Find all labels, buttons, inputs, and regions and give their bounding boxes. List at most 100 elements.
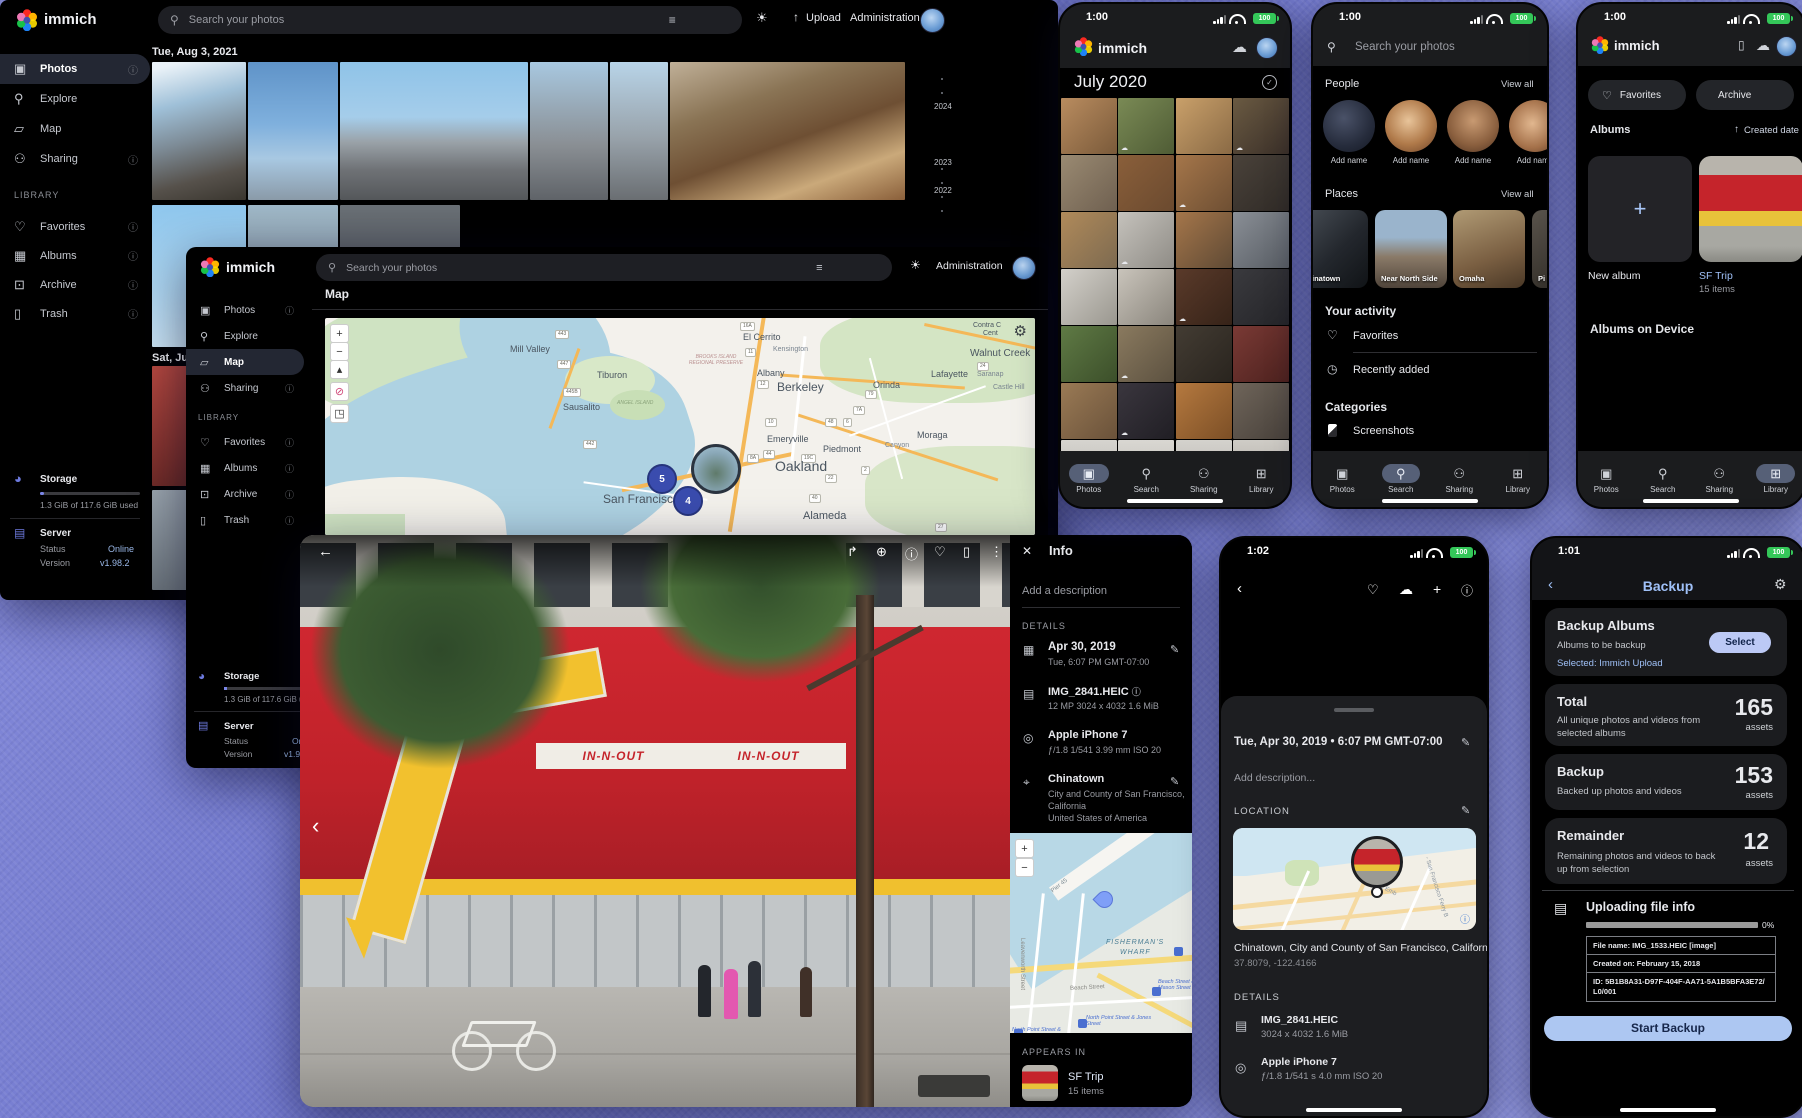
sidebar-item[interactable]: ▱ Map — [0, 114, 150, 144]
nav-tab[interactable]: ⚇ Sharing — [1691, 464, 1748, 494]
filter-icon[interactable]: ≡ — [669, 13, 676, 27]
photo-thumbnail[interactable] — [1061, 383, 1117, 439]
info-icon[interactable]: ⓘ — [285, 462, 294, 475]
sheet-drag-handle[interactable] — [1334, 708, 1374, 712]
album-thumbnail[interactable] — [1022, 1065, 1058, 1101]
search-field[interactable]: Search your photos — [1355, 41, 1455, 53]
photo-thumbnail[interactable] — [1061, 326, 1117, 382]
sidebar-item[interactable]: ⚲ Explore — [186, 323, 304, 349]
administration-link[interactable]: Administration — [936, 260, 1003, 272]
sidebar-item[interactable]: ♡ Favorites ⓘ — [186, 429, 304, 455]
face-avatar[interactable] — [1509, 100, 1547, 152]
favorites-button[interactable]: ♡ Favorites — [1588, 80, 1686, 110]
zoom-icon[interactable]: ⊕ — [876, 544, 887, 560]
theme-toggle-icon[interactable]: ☀ — [756, 10, 768, 26]
nav-tab[interactable]: ⚲ Search — [1372, 464, 1431, 494]
nav-tab[interactable]: ⚲ Search — [1118, 464, 1176, 494]
file-info-icon[interactable]: ⓘ — [1132, 687, 1141, 697]
photo-thumbnail[interactable] — [610, 62, 668, 200]
photo-thumbnail[interactable] — [1061, 98, 1117, 154]
filter-icon[interactable]: ≡ — [816, 262, 822, 274]
edit-datetime-pencil-icon[interactable]: ✎ — [1461, 736, 1470, 749]
info-icon[interactable]: ⓘ — [128, 248, 138, 263]
photo-thumbnail[interactable] — [1176, 326, 1232, 382]
map-zoom-out-button[interactable]: − — [1015, 858, 1034, 877]
info-icon[interactable]: ⓘ — [1461, 582, 1473, 599]
nav-tab[interactable]: ⚲ Search — [1635, 464, 1692, 494]
start-backup-button[interactable]: Start Backup — [1544, 1016, 1792, 1041]
sidebar-item[interactable]: ⚇ Sharing ⓘ — [0, 144, 150, 174]
nav-tab[interactable]: ⊞ Library — [1233, 464, 1291, 494]
info-icon[interactable]: ⓘ — [128, 152, 138, 167]
nav-tab[interactable]: ⚇ Sharing — [1175, 464, 1233, 494]
nav-tab[interactable]: ⚇ Sharing — [1430, 464, 1489, 494]
user-avatar[interactable] — [1256, 37, 1278, 59]
edit-location-pencil-icon[interactable]: ✎ — [1170, 775, 1179, 788]
map-zoom-in-button[interactable]: + — [1015, 839, 1034, 858]
info-icon[interactable]: ⓘ — [128, 62, 138, 77]
upload-button[interactable]: Upload — [806, 12, 841, 24]
coordinates[interactable]: 37.8079, -122.4166 — [1234, 958, 1316, 969]
map-compass-button[interactable]: ▴ — [330, 360, 349, 379]
photo-thumbnail[interactable] — [1118, 269, 1174, 325]
info-icon[interactable]: ⓘ — [128, 306, 138, 321]
cloud-download-icon[interactable]: ☁ — [1399, 581, 1413, 598]
user-avatar[interactable] — [1012, 256, 1036, 280]
sidebar-item[interactable]: ▱ Map — [186, 349, 304, 375]
sort-created-date[interactable]: Created date — [1744, 125, 1799, 136]
photo-map-marker[interactable] — [691, 444, 741, 494]
administration-link[interactable]: Administration — [850, 12, 920, 24]
add-description-field[interactable]: Add a description — [1022, 585, 1107, 597]
select-albums-button[interactable]: Select — [1709, 632, 1771, 653]
photo-thumbnail[interactable] — [1061, 155, 1117, 211]
sidebar-item[interactable]: ▦ Albums ⓘ — [0, 241, 150, 270]
photo-thumbnail[interactable] — [248, 62, 338, 200]
previous-photo-icon[interactable]: ‹ — [312, 813, 319, 839]
search-bar[interactable]: ⚲ ≡ — [158, 6, 742, 34]
map-canvas[interactable]: 443447445B44216A111210244867A798A4419C22… — [325, 318, 1035, 535]
photo-thumbnail[interactable] — [1233, 326, 1289, 382]
close-icon[interactable]: ✕ — [1022, 544, 1032, 558]
info-icon[interactable]: ⓘ — [905, 544, 918, 563]
info-icon[interactable]: ⓘ — [128, 219, 138, 234]
sidebar-item[interactable]: ▣ Photos ⓘ — [186, 297, 304, 323]
photo-thumbnail[interactable] — [1233, 155, 1289, 211]
place-card[interactable]: Chinatown — [1311, 210, 1368, 288]
face-avatar[interactable] — [1447, 100, 1499, 152]
photo-thumbnail[interactable]: ☁ — [1176, 269, 1232, 325]
person-item[interactable]: Add name — [1385, 100, 1437, 176]
sidebar-item[interactable]: ⊡ Archive ⓘ — [0, 270, 150, 299]
photo-thumbnail[interactable]: ☁ — [1118, 383, 1174, 439]
photo-thumbnail[interactable] — [1233, 212, 1289, 268]
photo-thumbnail[interactable]: ☁ — [1118, 212, 1174, 268]
photo-thumbnail[interactable]: ☁ — [1118, 326, 1174, 382]
add-description-field[interactable]: Add description... — [1234, 772, 1315, 784]
favorites-row[interactable]: Favorites — [1353, 330, 1398, 342]
user-avatar[interactable] — [1776, 36, 1797, 57]
info-icon[interactable]: ⓘ — [285, 304, 294, 317]
photo-thumbnail[interactable] — [530, 62, 608, 200]
cloud-backup-icon[interactable]: ☁ — [1756, 37, 1770, 54]
photo-thumbnail[interactable] — [340, 62, 528, 200]
screenshots-row[interactable]: Screenshots — [1353, 425, 1414, 437]
place-card[interactable]: Near North Side — [1375, 210, 1447, 288]
face-avatar[interactable] — [1323, 100, 1375, 152]
nav-tab[interactable]: ⊞ Library — [1489, 464, 1548, 494]
archive-button[interactable]: Archive — [1696, 80, 1794, 110]
map-settings-gear-icon[interactable]: ⚙ — [1014, 322, 1027, 340]
photo-thumbnail[interactable]: ☁ — [1118, 98, 1174, 154]
info-icon[interactable]: ⓘ — [285, 382, 294, 395]
map-cluster-marker[interactable]: 4 — [673, 486, 703, 516]
places-view-all-link[interactable]: View all — [1501, 189, 1534, 200]
people-view-all-link[interactable]: View all — [1501, 79, 1534, 90]
map-layers-button[interactable]: ⊘ — [330, 382, 349, 401]
location-map[interactable]: - San Francisco Ferry B The Emb ⓘ — [1233, 828, 1476, 930]
photo-thumbnail[interactable] — [152, 62, 246, 200]
timeline-scrubber[interactable]: 2024202320222021 — [930, 50, 960, 270]
trash-icon[interactable]: ▯ — [1738, 38, 1745, 52]
map-fullscreen-button[interactable]: ◳ — [330, 404, 349, 423]
nav-tab[interactable]: ▣ Photos — [1060, 464, 1118, 494]
favorite-icon[interactable]: ♡ — [934, 544, 946, 560]
select-all-icon[interactable]: ✓ — [1262, 75, 1277, 90]
user-avatar[interactable] — [920, 8, 945, 33]
